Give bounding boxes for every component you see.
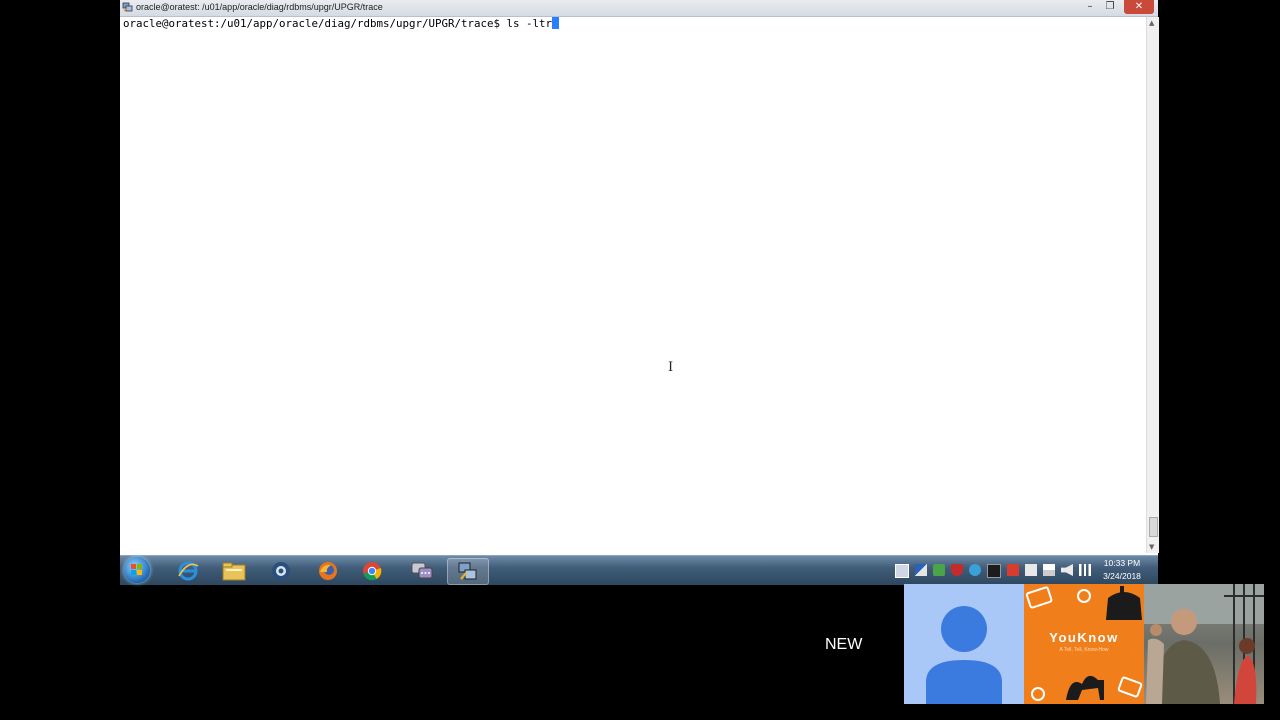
- maximize-button[interactable]: ❐: [1100, 0, 1120, 14]
- taskbar-clock[interactable]: 10:33 PM 3/24/2018: [1092, 557, 1152, 583]
- title-bar[interactable]: oracle@oratest: /u01/app/oracle/diag/rdb…: [120, 0, 1158, 17]
- putty-icon: [122, 2, 133, 12]
- ibeam-cursor-icon: I: [668, 360, 674, 375]
- vertical-scrollbar[interactable]: ▲ ▼: [1146, 17, 1159, 553]
- tray-flag-icon[interactable]: [1043, 564, 1055, 576]
- taskbar-putty[interactable]: [447, 558, 489, 585]
- text-cursor: [552, 17, 560, 29]
- participant-avatar: [904, 584, 1024, 704]
- tray-action-center-icon[interactable]: [895, 564, 909, 578]
- taskbar-chat-app[interactable]: [402, 558, 442, 583]
- youknow-title: YouKnow: [1049, 630, 1119, 645]
- internet-explorer-icon: [178, 561, 199, 580]
- terminal-area[interactable]: oracle@oratest:/u01/app/oracle/diag/rdbm…: [120, 17, 1146, 553]
- tray-pen-icon[interactable]: [915, 564, 927, 576]
- taskbar-file-explorer[interactable]: [214, 558, 254, 583]
- taskbar-oracle-app[interactable]: [261, 558, 301, 583]
- tray-cancel-icon[interactable]: [1007, 564, 1019, 576]
- chrome-icon: [363, 561, 382, 580]
- tray-monitor-icon[interactable]: [987, 564, 1001, 578]
- taskbar: 10:33 PM 3/24/2018: [120, 555, 1158, 585]
- tray-check-icon[interactable]: [933, 564, 945, 576]
- tray-network-icon[interactable]: [1079, 564, 1091, 576]
- taskbar-internet-explorer[interactable]: [168, 558, 208, 583]
- tray-volume-icon[interactable]: [1061, 564, 1073, 576]
- windows-logo-icon: [131, 564, 142, 575]
- oracle-icon: [272, 561, 290, 580]
- putty-icon: [458, 562, 477, 580]
- terminal-window: oracle@oratest: /u01/app/oracle/diag/rdb…: [120, 0, 1159, 555]
- minimize-button[interactable]: –: [1080, 0, 1100, 14]
- tray-device-icon[interactable]: [1025, 564, 1037, 576]
- firefox-icon: [319, 561, 337, 580]
- scroll-down-icon[interactable]: ▼: [1149, 543, 1154, 551]
- command-line[interactable]: oracle@oratest:/u01/app/oracle/diag/rdbm…: [123, 17, 560, 31]
- new-label: NEW: [825, 636, 863, 653]
- people-photo-icon: [1144, 584, 1264, 704]
- start-button[interactable]: [124, 557, 150, 583]
- close-button[interactable]: ✕: [1124, 0, 1154, 14]
- youknow-thumbnail: YouKnow A Tell, Tell, Know-How: [1024, 584, 1144, 704]
- clock-time: 10:33 PM: [1103, 558, 1141, 568]
- window-title: oracle@oratest: /u01/app/oracle/diag/rdb…: [136, 2, 383, 12]
- clock-date: 3/24/2018: [1103, 571, 1141, 581]
- scroll-up-icon[interactable]: ▲: [1149, 19, 1154, 27]
- chat-icon: [411, 562, 433, 578]
- youknow-subtitle: A Tell, Tell, Know-How: [1059, 647, 1109, 653]
- shell-prompt: oracle@oratest:/u01/app/oracle/diag/rdbm…: [123, 17, 507, 30]
- taskbar-chrome[interactable]: [352, 558, 392, 583]
- person-placeholder-icon: [926, 606, 1002, 704]
- taskbar-firefox[interactable]: [308, 558, 348, 583]
- system-tray: [895, 564, 1091, 578]
- command-text: ls -ltr: [506, 17, 553, 30]
- camera-feed: [1144, 584, 1264, 704]
- tray-shield-icon[interactable]: [951, 564, 963, 576]
- scrollbar-thumb[interactable]: [1149, 517, 1158, 537]
- file-explorer-icon: [222, 562, 246, 580]
- tray-globe-icon[interactable]: [969, 564, 981, 576]
